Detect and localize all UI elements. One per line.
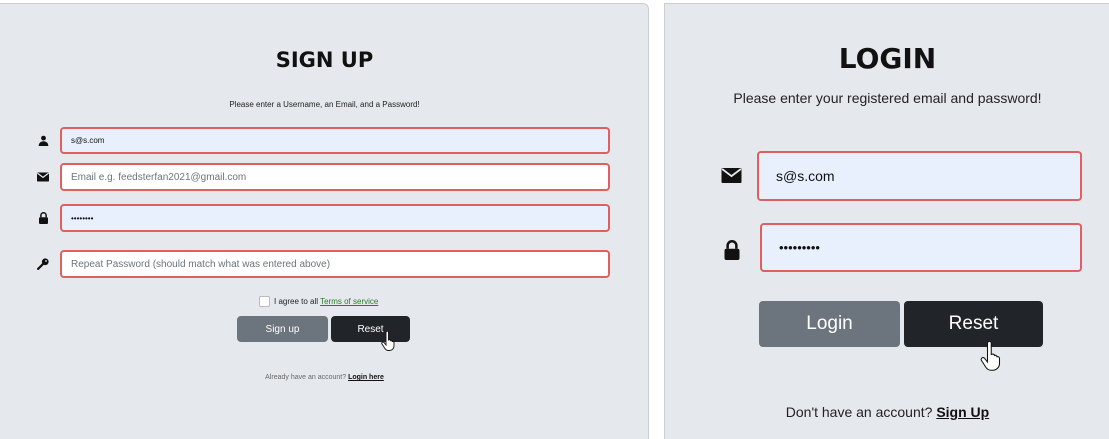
repeat-password-placeholder: Repeat Password (should match what was e… xyxy=(71,258,331,270)
login-button[interactable]: Login xyxy=(759,301,900,347)
login-email-input[interactable]: s@s.com xyxy=(757,151,1082,201)
terms-label: I agree to all Terms of service xyxy=(274,297,378,306)
login-password-input[interactable]: ••••••••• xyxy=(760,223,1082,272)
email-input-placeholder: Email e.g. feedsterfan2021@gmail.com xyxy=(71,171,247,183)
sign-up-link[interactable]: Sign Up xyxy=(936,404,989,420)
login-reset-button[interactable]: Reset xyxy=(904,301,1043,347)
login-email-value: s@s.com xyxy=(776,168,835,184)
login-here-link[interactable]: Login here xyxy=(348,374,384,381)
hand-pointer-cursor xyxy=(381,330,397,356)
signup-prompt: Don't have an account? Sign Up xyxy=(665,404,1109,420)
login-prompt: Already have an account? Login here xyxy=(0,374,649,381)
signup-subtitle: Please enter a Username, an Email, and a… xyxy=(229,100,420,109)
signup-reset-button[interactable]: Reset xyxy=(331,316,410,342)
user-icon xyxy=(36,133,50,147)
login-password-value: ••••••••• xyxy=(779,240,820,255)
key-icon xyxy=(36,257,50,271)
signup-title: SIGN UP xyxy=(275,48,374,72)
login-hand-pointer-cursor xyxy=(980,340,1004,376)
terms-prefix: I agree to all xyxy=(274,297,319,306)
login-lock-icon xyxy=(721,238,743,262)
repeat-password-input[interactable]: Repeat Password (should match what was e… xyxy=(60,250,610,278)
envelope-icon xyxy=(36,170,50,184)
username-input-value: s@s.com xyxy=(71,136,105,145)
signup-panel: SIGN UP Please enter a Username, an Emai… xyxy=(0,3,649,439)
terms-checkbox[interactable] xyxy=(259,296,270,307)
login-panel: LOGIN Please enter your registered email… xyxy=(664,3,1109,439)
login-prompt-text: Already have an account? xyxy=(265,374,347,381)
login-envelope-icon xyxy=(720,166,742,184)
password-input-value: •••••••• xyxy=(71,213,94,223)
login-subtitle: Please enter your registered email and p… xyxy=(733,90,1042,106)
username-input[interactable]: s@s.com xyxy=(60,127,610,154)
email-input[interactable]: Email e.g. feedsterfan2021@gmail.com xyxy=(60,163,610,191)
login-title: LOGIN xyxy=(838,42,937,75)
password-input[interactable]: •••••••• xyxy=(60,204,610,232)
signup-prompt-text: Don't have an account? xyxy=(785,404,933,420)
lock-icon xyxy=(36,211,50,225)
terms-of-service-link[interactable]: Terms of service xyxy=(320,297,378,306)
signup-button[interactable]: Sign up xyxy=(237,316,328,342)
